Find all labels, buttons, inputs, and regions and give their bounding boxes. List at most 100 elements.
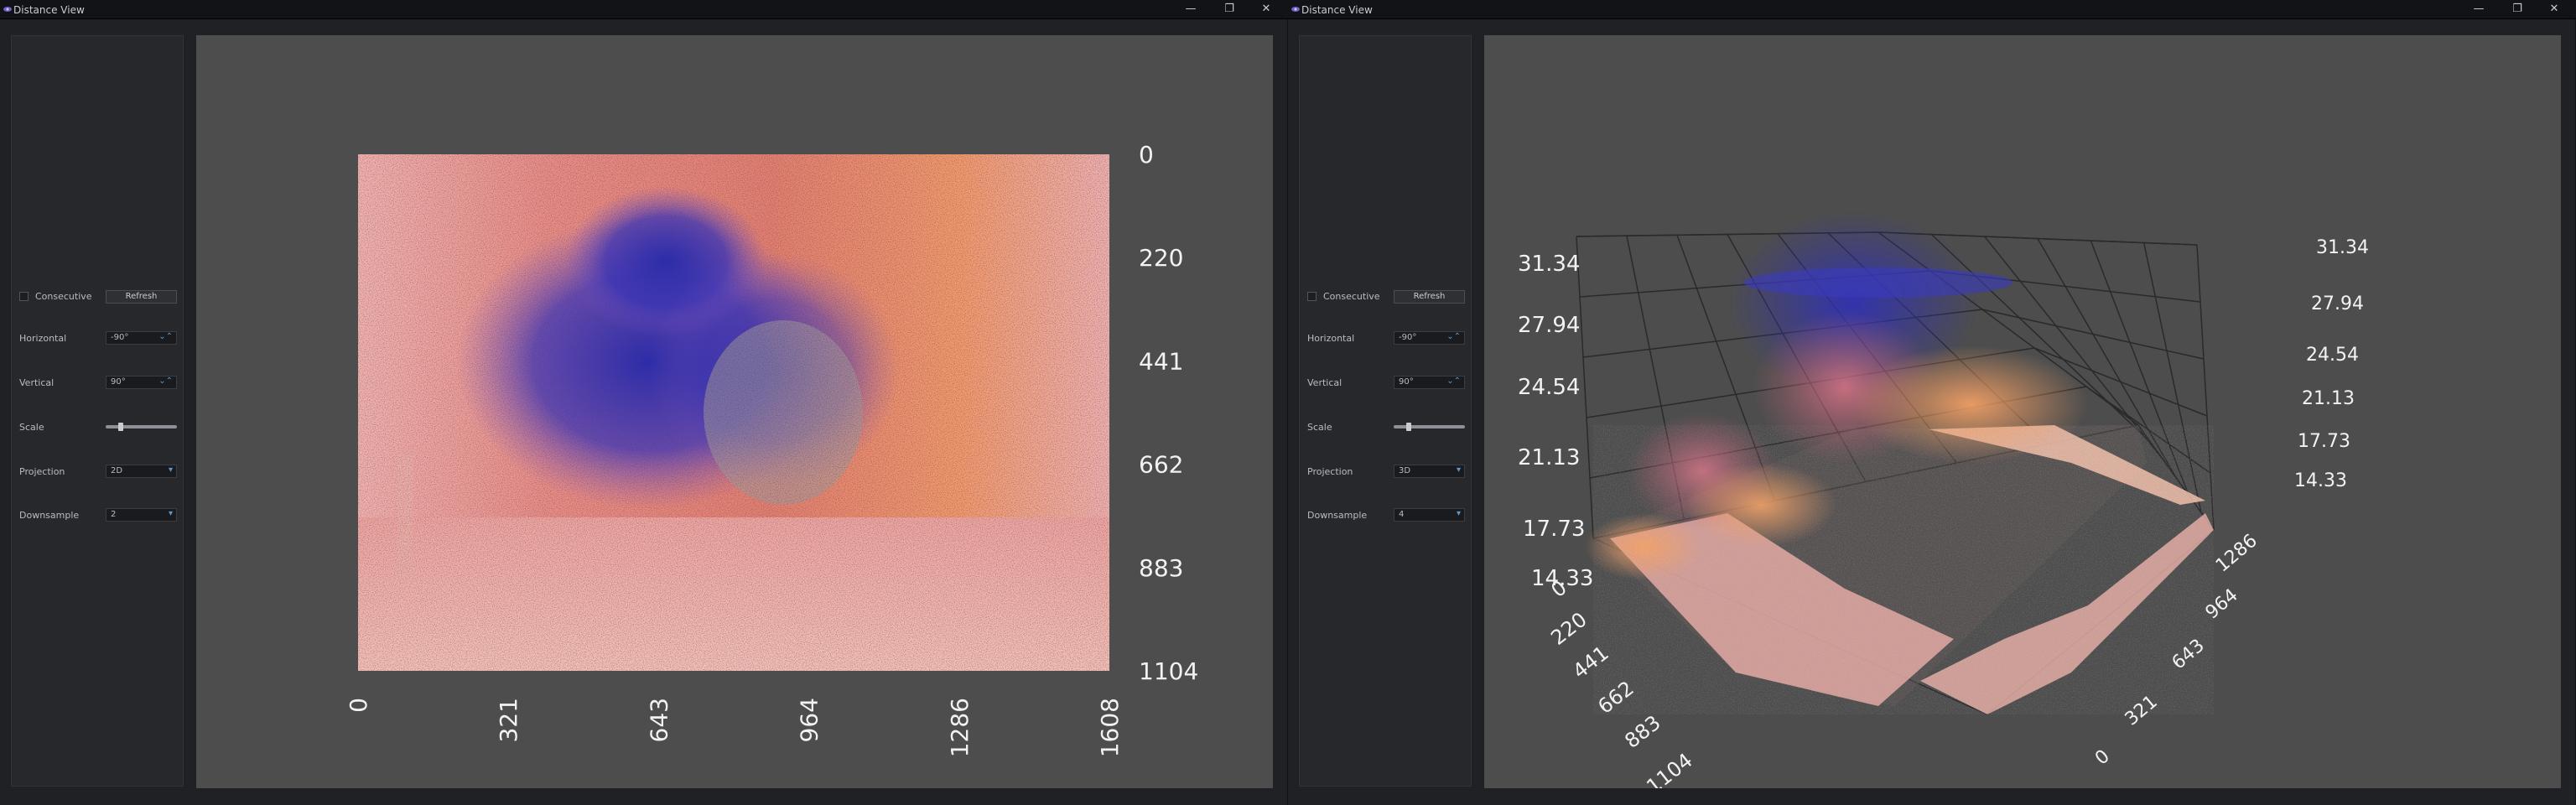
downsample-value: 2 bbox=[111, 510, 117, 519]
app-eye-icon bbox=[1291, 7, 1300, 12]
grid-line bbox=[2196, 244, 2215, 531]
control-panel: Consecutive Refresh Horizontal -90° ⌄⌃ V… bbox=[11, 35, 184, 787]
distance-view-window-3d: Distance View — ❐ ✕ Consecutive Refresh … bbox=[1288, 0, 2576, 805]
restore-button[interactable]: ❐ bbox=[2506, 2, 2528, 17]
vertical-value: 90° bbox=[111, 377, 126, 387]
x-tick-label: 321 bbox=[495, 698, 522, 742]
z-tick-label: 24.54 bbox=[2306, 345, 2359, 366]
projection-value: 2D bbox=[111, 466, 123, 475]
projection-select[interactable]: 3D ▾ bbox=[1394, 465, 1465, 478]
projection-label: Projection bbox=[1307, 466, 1353, 477]
consecutive-checkbox[interactable] bbox=[1307, 292, 1317, 301]
downsample-label: Downsample bbox=[19, 510, 80, 521]
depth-tick-label: 441 bbox=[1568, 641, 1613, 683]
slider-handle[interactable] bbox=[118, 423, 123, 431]
y-tick-label: 220 bbox=[1139, 244, 1183, 272]
vertical-label: Vertical bbox=[1307, 377, 1343, 388]
z-axis-labels-left: 31.3427.9424.5421.1317.7314.33 bbox=[1518, 252, 1593, 591]
horizontal-spinbox[interactable]: -90° ⌄⌃ bbox=[1394, 331, 1465, 345]
app-eye-icon bbox=[3, 7, 12, 12]
downsample-label: Downsample bbox=[1307, 510, 1368, 521]
z-tick-label: 27.94 bbox=[1518, 313, 1580, 338]
width-tick-label: 0 bbox=[2091, 745, 2114, 769]
title-bar[interactable]: Distance View — ❐ ✕ bbox=[0, 0, 1288, 19]
z-tick-label: 31.34 bbox=[1518, 252, 1580, 277]
spin-arrows-icon[interactable]: ⌄⌃ bbox=[158, 332, 173, 341]
window-title: Distance View bbox=[1301, 4, 1373, 16]
depth-tick-label: 220 bbox=[1546, 608, 1591, 650]
close-button[interactable]: ✕ bbox=[1255, 2, 1277, 17]
projection-select[interactable]: 2D ▾ bbox=[106, 465, 177, 478]
y-tick-label: 662 bbox=[1139, 451, 1183, 479]
plot-area-2d[interactable]: 0 220 441 662 883 1104 0 321 643 964 1286 1608 bbox=[196, 35, 1273, 788]
image-layers bbox=[358, 154, 1109, 671]
consecutive-label: Consecutive bbox=[1323, 291, 1380, 302]
z-tick-label: 21.13 bbox=[1518, 445, 1580, 470]
x-tick-label: 0 bbox=[345, 698, 372, 713]
spin-arrows-icon[interactable]: ⌄⌃ bbox=[1446, 377, 1461, 386]
horizontal-value: -90° bbox=[111, 333, 129, 342]
y-tick-label: 883 bbox=[1139, 554, 1183, 582]
point-cloud-3d: 31.34 27.94 24.54 21.13 17.73 14.33 31.34 27.9… bbox=[1518, 211, 2369, 788]
z-tick-label: 17.73 bbox=[1523, 517, 1585, 542]
minimize-button[interactable]: — bbox=[1180, 2, 1202, 17]
depth-tick-label: 1104 bbox=[1642, 749, 1696, 788]
horizontal-label: Horizontal bbox=[1307, 333, 1355, 344]
restore-button[interactable]: ❐ bbox=[1218, 2, 1240, 17]
spin-arrows-icon[interactable]: ⌄⌃ bbox=[158, 377, 173, 386]
point-cloud bbox=[1585, 211, 2214, 714]
control-panel: Consecutive Refresh Horizontal -90° ⌄⌃ V… bbox=[1299, 35, 1472, 787]
y-tick-label: 1104 bbox=[1139, 657, 1198, 685]
width-tick-label: 964 bbox=[2202, 584, 2242, 623]
projection-value: 3D bbox=[1399, 466, 1411, 475]
scale-label: Scale bbox=[19, 422, 44, 433]
z-tick-label: 31.34 bbox=[2316, 237, 2369, 258]
scale-slider[interactable] bbox=[1394, 423, 1465, 431]
minimize-button[interactable]: — bbox=[2468, 2, 2490, 17]
z-tick-label: 14.33 bbox=[2294, 470, 2347, 491]
refresh-button[interactable]: Refresh bbox=[1394, 290, 1465, 304]
consecutive-checkbox[interactable] bbox=[19, 292, 29, 301]
window-title: Distance View bbox=[13, 4, 85, 16]
x-tick-labels: 0 321 643 964 1286 1608 bbox=[345, 698, 1124, 757]
spin-arrows-icon[interactable]: ⌄⌃ bbox=[1446, 332, 1461, 341]
vertical-label: Vertical bbox=[19, 377, 55, 388]
y-tick-label: 0 bbox=[1139, 141, 1154, 169]
close-button[interactable]: ✕ bbox=[2543, 2, 2565, 17]
z-axis-labels-right: 31.34 27.94 24.54 21.13 17.73 14.33 bbox=[2294, 237, 2369, 491]
downsample-value: 4 bbox=[1399, 510, 1405, 519]
title-bar[interactable]: Distance View — ❐ ✕ bbox=[1288, 0, 2576, 19]
x-tick-label: 1608 bbox=[1096, 698, 1124, 757]
dropdown-arrow-icon[interactable]: ▾ bbox=[1457, 465, 1461, 475]
horizontal-value: -90° bbox=[1399, 333, 1417, 342]
downsample-select[interactable]: 4 ▾ bbox=[1394, 508, 1465, 522]
depth-image: 0 220 441 662 883 1104 0 321 643 964 1286 1608 bbox=[345, 141, 1198, 757]
downsample-select[interactable]: 2 ▾ bbox=[106, 508, 177, 522]
vertical-spinbox[interactable]: 90° ⌄⌃ bbox=[106, 376, 177, 389]
consecutive-label: Consecutive bbox=[35, 291, 92, 302]
distance-view-window-2d: Distance View — ❐ ✕ Consecutive Refresh … bbox=[0, 0, 1288, 805]
scale-label: Scale bbox=[1307, 422, 1332, 433]
dropdown-arrow-icon[interactable]: ▾ bbox=[169, 465, 173, 475]
scale-slider[interactable] bbox=[106, 423, 177, 431]
z-tick-label: 24.54 bbox=[1518, 375, 1580, 400]
plot-area-3d[interactable]: 31.34 27.94 24.54 21.13 17.73 14.33 31.34 27.9… bbox=[1484, 35, 2561, 788]
z-tick-label: 21.13 bbox=[2302, 388, 2355, 409]
horizontal-spinbox[interactable]: -90° ⌄⌃ bbox=[106, 331, 177, 345]
width-tick-label: 1286 bbox=[2212, 530, 2262, 576]
slider-handle[interactable] bbox=[1406, 423, 1411, 431]
y-tick-label: 441 bbox=[1139, 347, 1183, 375]
depth-tick-label: 662 bbox=[1593, 677, 1638, 719]
dropdown-arrow-icon[interactable]: ▾ bbox=[1457, 509, 1461, 518]
y-tick-labels: 0 220 441 662 883 1104 bbox=[1139, 141, 1198, 685]
depth-tick-label: 883 bbox=[1620, 711, 1665, 753]
z-tick-label: 27.94 bbox=[2311, 293, 2364, 314]
horizontal-label: Horizontal bbox=[19, 333, 67, 344]
dropdown-arrow-icon[interactable]: ▾ bbox=[169, 509, 173, 518]
width-tick-label: 321 bbox=[2122, 691, 2162, 730]
refresh-button[interactable]: Refresh bbox=[106, 290, 177, 304]
x-tick-label: 643 bbox=[645, 698, 673, 742]
vertical-spinbox[interactable]: 90° ⌄⌃ bbox=[1394, 376, 1465, 389]
x-tick-label: 1286 bbox=[946, 698, 974, 757]
z-tick-label: 17.73 bbox=[2298, 431, 2350, 452]
